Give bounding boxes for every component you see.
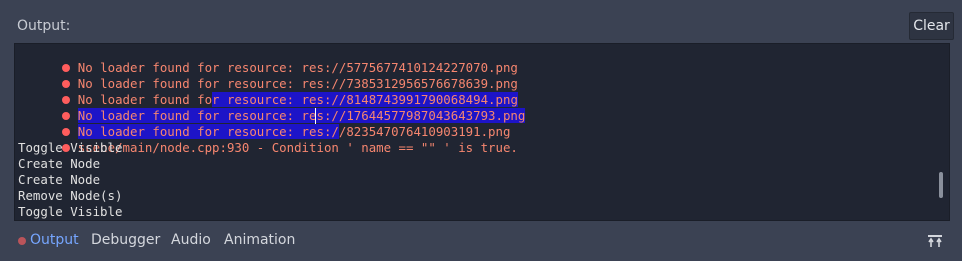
log-line: Create Node [18, 156, 101, 171]
log-line: Create Node [18, 172, 101, 187]
log-line: No loader found for resource: res://5775… [15, 44, 518, 75]
log-line: scene/main/node.cpp:930 - Condition ' na… [15, 124, 518, 155]
output-panel: Output: Clear No loader found for resour… [0, 0, 962, 261]
output-title: Output: [17, 18, 71, 34]
clear-button[interactable]: Clear [909, 12, 954, 40]
log-line: Toggle Visible [18, 204, 123, 219]
bottom-tabs: Output Debugger Audio Animation [0, 222, 962, 261]
tab-animation[interactable]: Animation [224, 232, 295, 250]
expand-panel-icon[interactable] [927, 235, 943, 248]
log-line: Toggle Visible [18, 140, 123, 155]
tab-debugger[interactable]: Debugger [91, 232, 160, 250]
output-header: Output: Clear [0, 10, 962, 42]
log-line: No loader found for resource: res://8148… [15, 76, 518, 107]
log-line: No loader found for resource: res://8235… [15, 108, 510, 139]
tab-audio[interactable]: Audio [171, 232, 211, 250]
tab-output[interactable]: Output [30, 232, 79, 250]
output-status-icon [18, 237, 26, 245]
log-line: No loader found for resource: res://1764… [15, 92, 526, 123]
text-cursor [315, 108, 316, 124]
output-log[interactable]: No loader found for resource: res://5775… [14, 43, 950, 221]
log-line: Remove Node(s) [18, 188, 123, 203]
vertical-scrollbar[interactable] [939, 172, 943, 198]
log-line: No loader found for resource: res://7385… [15, 60, 518, 91]
